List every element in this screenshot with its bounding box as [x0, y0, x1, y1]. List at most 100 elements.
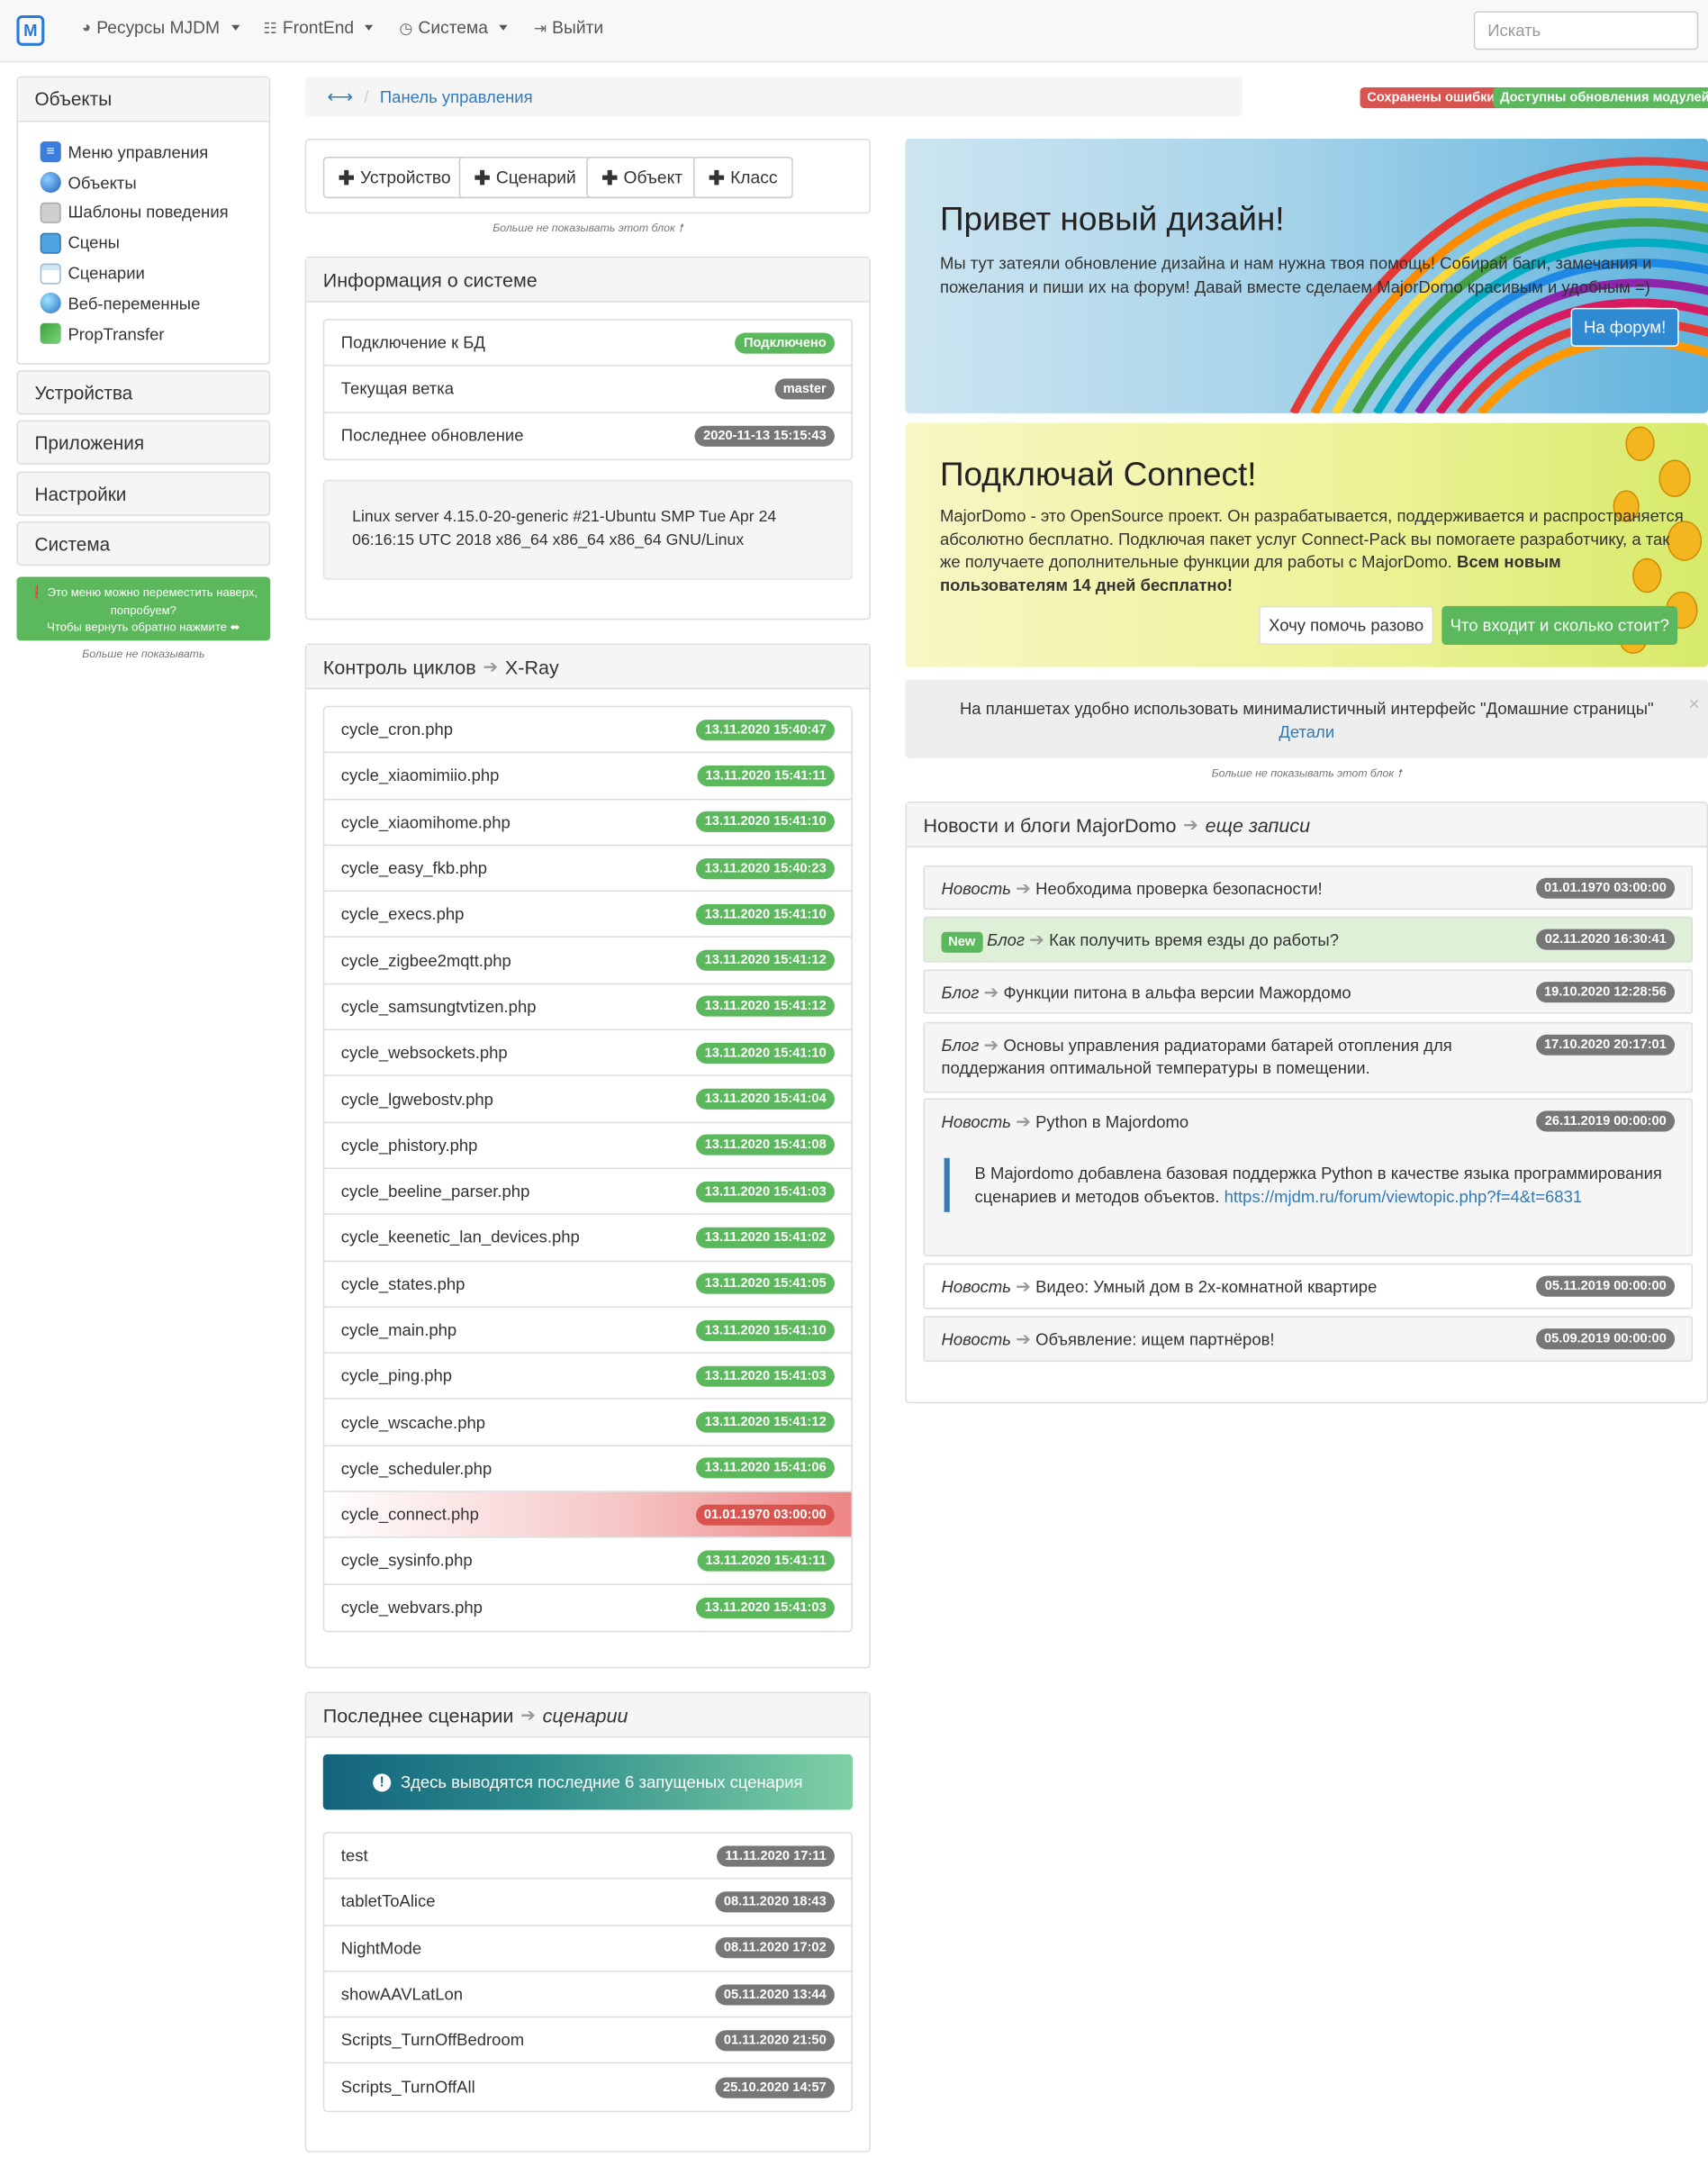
news-date-badge: 19.10.2020 12:28:56 [1535, 982, 1676, 1003]
cycle-name: cycle_main.php [340, 1319, 457, 1340]
cycle-row: cycle_wscache.php 13.11.2020 15:41:12 [324, 1400, 852, 1446]
sidebar-item-templates[interactable]: Шаблоны поведения [40, 198, 269, 229]
new-design-banner: Привет новый дизайн! Мы тут затеяли обно… [905, 138, 1708, 413]
add-class-button[interactable]: ✚ Класс [692, 156, 793, 199]
script-row[interactable]: test 11.11.2020 17:11 [324, 1834, 852, 1880]
sidebar-item-scenes[interactable]: Сцены [40, 228, 269, 258]
sidebar-section-devices[interactable]: Устройства [16, 370, 271, 415]
news-title-text: Видео: Умный дом в 2х-комнатной квартире [1035, 1277, 1378, 1297]
forum-button[interactable]: На форум! [1570, 307, 1679, 347]
new-design-title: Привет новый дизайн! [939, 201, 1285, 239]
new-design-text: Мы тут затеяли обновление дизайна и нам … [939, 253, 1652, 296]
cycles-title: Контроль циклов [322, 655, 476, 678]
cycle-row: cycle_scheduler.php 13.11.2020 15:41:06 [324, 1446, 852, 1492]
sidebar-item-objects[interactable]: Объекты [40, 168, 269, 198]
news-item[interactable]: Блог ➔ Основы управления радиаторами бат… [923, 1021, 1694, 1093]
connect-info-button[interactable]: Что входит и сколько стоит? [1441, 605, 1678, 646]
cycle-time-badge: 13.11.2020 15:41:03 [696, 1181, 835, 1202]
saved-errors-badge[interactable]: Сохранены ошибки [1360, 87, 1503, 109]
cycle-row: cycle_samsungtvtizen.php 13.11.2020 15:41… [324, 984, 852, 1031]
cycle-name: cycle_cron.php [340, 720, 454, 739]
sidebar-item-scripts[interactable]: Сценарии [40, 258, 269, 289]
news-item[interactable]: New Блог ➔ Как получить время езды до ра… [923, 916, 1694, 963]
connect-banner: Подключай Connect! MajorDomo - это OpenS… [905, 422, 1708, 667]
sidebar-item-label: Сцены [68, 233, 120, 253]
news-item-expanded[interactable]: Новость ➔ Python в Majordomo 26.11.2019 … [923, 1098, 1694, 1257]
tablet-tip-text: На планшетах удобно использовать минимал… [959, 699, 1654, 719]
script-row[interactable]: Scripts_TurnOffAll 25.10.2020 14:57 [324, 2064, 851, 2110]
sidebar-section-system[interactable]: Система [16, 521, 271, 566]
dismiss-label: Больше не показывать этот блок [1211, 766, 1395, 780]
cycle-row: cycle_execs.php 13.11.2020 15:41:10 [324, 892, 852, 938]
tip-dismiss-link[interactable]: Больше не показывать [16, 648, 270, 660]
scripts-link[interactable]: сценарии [543, 1704, 628, 1726]
script-row[interactable]: tabletToAlice 08.11.2020 18:43 [324, 1880, 852, 1926]
sidebar-objects-panel: Объекты ≡ Меню управления Объекты Шаблоны… [16, 76, 271, 365]
module-updates-badge[interactable]: Доступны обновления модулей [1493, 87, 1708, 109]
script-row[interactable]: NightMode 08.11.2020 17:02 [324, 1926, 852, 1972]
cycle-time-badge: 13.11.2020 15:41:12 [696, 1411, 835, 1433]
tablet-tip-details-link[interactable]: Детали [905, 720, 1708, 743]
system-info-panel: Информация о системе Подключение к БД Под… [304, 256, 871, 621]
sidebar-item-control-menu[interactable]: ≡ Меню управления [40, 137, 269, 168]
cycle-time-badge: 13.11.2020 15:41:06 [696, 1457, 835, 1480]
news-forum-link[interactable]: https://mjdm.ru/forum/viewtopic.php?f=4&… [1225, 1186, 1582, 1206]
cycle-time-badge: 13.11.2020 15:41:10 [696, 903, 835, 925]
nav-logout[interactable]: ⇥ Выйти [534, 18, 603, 38]
script-row[interactable]: Scripts_TurnOffBedroom 01.11.2020 21:50 [324, 2018, 852, 2064]
sidebar-item-webvars[interactable]: Веб-переменные [40, 288, 269, 319]
sidebar-objects-title[interactable]: Объекты [18, 77, 269, 122]
cycle-time-badge: 01.01.1970 03:00:00 [695, 1504, 835, 1526]
quick-add-dismiss-link[interactable]: Больше не показывать этот блок 🠕 [305, 221, 871, 240]
cycle-time-badge: 13.11.2020 15:41:12 [696, 996, 835, 1018]
news-title: Новости и блоги MajorDomo [923, 813, 1177, 836]
cycle-name: cycle_execs.php [340, 904, 465, 925]
gauge-icon: ◷ [399, 20, 413, 37]
sidebar-item-label: Шаблоны поведения [68, 203, 229, 223]
script-time-badge: 01.11.2020 21:50 [715, 2030, 835, 2052]
home-arrows-icon[interactable]: ⟷ [327, 86, 353, 108]
exclamation-icon: ! [373, 1772, 392, 1791]
cycle-name: cycle_wscache.php [340, 1412, 486, 1432]
move-menu-tip[interactable]: ❗ Это меню можно переместить наверх, поп… [16, 576, 271, 641]
news-item[interactable]: Новость ➔ Видео: Умный дом в 2х-комнатно… [923, 1263, 1694, 1310]
cycle-row: cycle_main.php 13.11.2020 15:41:10 [324, 1308, 852, 1355]
add-device-button[interactable]: ✚ Устройство [322, 156, 466, 199]
news-type: Блог [987, 930, 1026, 950]
nav-resources-dropdown[interactable]: ◕ Ресурсы MJDM [82, 18, 239, 38]
breadcrumb-current[interactable]: Панель управления [380, 86, 533, 106]
close-icon[interactable]: × [1688, 692, 1700, 714]
sidebar-section-label: Устройства [34, 382, 133, 404]
cycles-panel: Контроль циклов ➔ X-Ray cycle_cron.php 13.1… [304, 643, 871, 1669]
help-once-button[interactable]: Хочу помочь разово [1259, 605, 1434, 646]
nav-system-dropdown[interactable]: ◷ Система [399, 18, 508, 38]
tablet-tip-dismiss-link[interactable]: Больше не показывать этот блок 🠕 [905, 766, 1708, 785]
sidebar-section-settings[interactable]: Настройки [16, 471, 271, 516]
news-item[interactable]: Блог ➔ Функции питона в альфа версии Маж… [923, 969, 1694, 1014]
sidebar-item-proptransfer[interactable]: PropTransfer [40, 319, 269, 349]
search-input[interactable] [1473, 11, 1699, 50]
arrow-up-icon: 🠕 [1396, 766, 1402, 780]
cycle-time-badge: 13.11.2020 15:40:47 [696, 719, 835, 740]
cycle-row: cycle_websockets.php 13.11.2020 15:41:10 [324, 1030, 852, 1077]
sidebar-section-label: Приложения [34, 432, 145, 454]
news-type: Новость [941, 1111, 1012, 1132]
cycle-name: cycle_lgwebostv.php [340, 1089, 493, 1110]
cycle-row: cycle_webvars.php 13.11.2020 15:41:03 [324, 1584, 851, 1630]
xray-link[interactable]: X-Ray [505, 656, 559, 678]
tablet-tip: На планшетах удобно использовать минимал… [905, 679, 1708, 759]
news-item[interactable]: Новость ➔ Объявление: ищем партнёров! 05… [923, 1316, 1694, 1363]
script-time-badge: 08.11.2020 18:43 [715, 1891, 835, 1913]
news-more-link[interactable]: еще записи [1206, 813, 1310, 836]
add-object-button[interactable]: ✚ Объект [586, 156, 699, 199]
news-title-text: Python в Majordomo [1035, 1111, 1189, 1132]
add-script-button[interactable]: ✚ Сценарий [458, 156, 592, 199]
script-row[interactable]: showAAVLatLon 05.11.2020 13:44 [324, 1971, 852, 2018]
sidebar-item-label: Меню управления [68, 142, 209, 162]
news-item[interactable]: Новость ➔ Необходима проверка безопаснос… [923, 865, 1694, 911]
sidebar-section-apps[interactable]: Приложения [16, 420, 271, 465]
majordomo-logo[interactable]: M [16, 14, 45, 46]
cycle-row: cycle_cron.php 13.11.2020 15:40:47 [324, 707, 852, 754]
nav-frontend-dropdown[interactable]: ☷ FrontEnd [264, 18, 374, 38]
sidebar-item-label: Объекты [68, 172, 137, 193]
